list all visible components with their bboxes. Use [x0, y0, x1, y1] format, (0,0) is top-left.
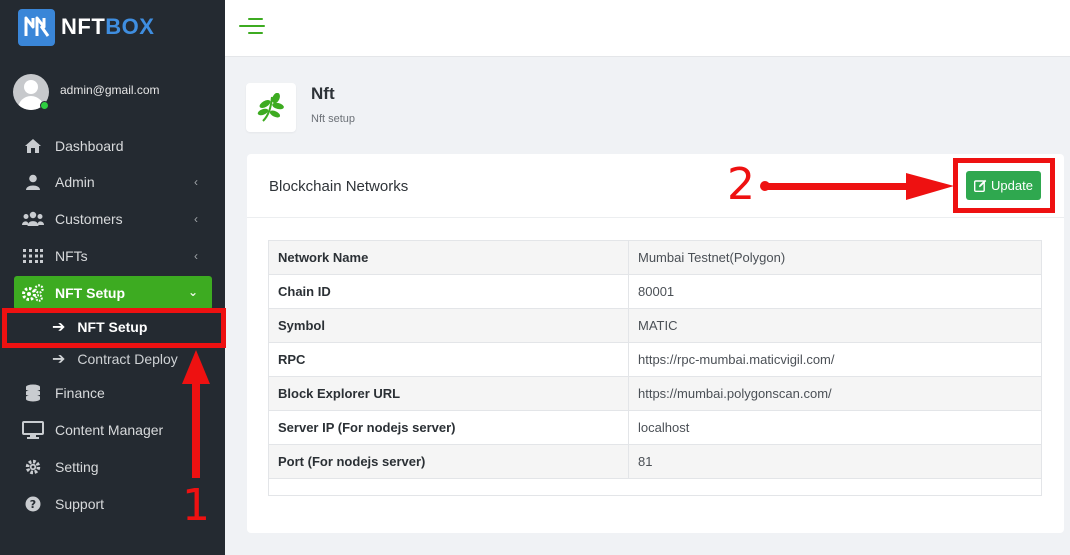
- sidebar-item-admin[interactable]: Admin ‹: [14, 165, 212, 199]
- table-footer: [268, 479, 1042, 496]
- grid-dots-icon: [22, 246, 44, 266]
- row-key: Symbol: [268, 308, 629, 343]
- row-value: MATIC: [628, 308, 1042, 343]
- table-row: Chain ID 80001: [268, 274, 1042, 309]
- page-icon: [246, 83, 296, 132]
- sidebar-item-label: NFTs: [55, 248, 88, 264]
- sidebar-item-nfts[interactable]: NFTs ‹: [14, 239, 212, 273]
- brand-name: NFTBOX: [61, 14, 155, 39]
- sidebar-item-customers[interactable]: Customers ‹: [14, 202, 212, 236]
- sidebar-item-label: Customers: [55, 211, 123, 227]
- sidebar-item-label: Content Manager: [55, 422, 164, 438]
- coins-icon: [22, 383, 44, 403]
- table-row: Block Explorer URL https://mumbai.polygo…: [268, 376, 1042, 411]
- sidebar-item-label: Finance: [55, 385, 105, 401]
- user-email: admin@gmail.com: [60, 83, 160, 97]
- submenu-item-contract-deploy[interactable]: ➔ Contract Deploy: [52, 348, 178, 370]
- question-icon: ?: [22, 494, 44, 514]
- row-value: https://rpc-mumbai.maticvigil.com/: [628, 342, 1042, 377]
- menu-toggle-icon[interactable]: [239, 18, 267, 38]
- table-row: Server IP (For nodejs server) localhost: [268, 410, 1042, 445]
- annotation-box-update: [953, 158, 1055, 213]
- page-title: Nft: [311, 84, 335, 103]
- chevron-left-icon: ‹: [194, 249, 198, 263]
- sidebar-item-label: Admin: [55, 174, 95, 190]
- row-key: Block Explorer URL: [268, 376, 629, 411]
- chevron-down-icon: ⌄: [187, 285, 198, 299]
- user-icon: [22, 172, 44, 192]
- row-value: 80001: [628, 274, 1042, 309]
- user-profile[interactable]: admin@gmail.com: [13, 74, 160, 110]
- gears-icon: [22, 283, 44, 303]
- leaf-icon: [257, 92, 284, 122]
- annotation-step-2: 2: [727, 159, 755, 210]
- row-key: Network Name: [268, 240, 629, 275]
- gear-icon: [22, 457, 44, 477]
- sidebar-item-label: Setting: [55, 459, 99, 475]
- brand-logo[interactable]: NFTBOX: [18, 8, 154, 46]
- submenu-item-label: Contract Deploy: [77, 351, 178, 367]
- monitor-icon: [22, 420, 44, 440]
- sidebar-item-label: Dashboard: [55, 138, 124, 154]
- row-key: RPC: [268, 342, 629, 377]
- row-key: Port (For nodejs server): [268, 444, 629, 479]
- annotation-arrow-up: [182, 350, 210, 478]
- sidebar-item-nft-setup[interactable]: NFT Setup ⌄: [14, 276, 212, 310]
- row-value: 81: [628, 444, 1042, 479]
- arrow-right-icon: ➔: [52, 351, 66, 368]
- table-row: Port (For nodejs server) 81: [268, 444, 1042, 479]
- home-icon: [22, 136, 44, 156]
- table-row: Network Name Mumbai Testnet(Polygon): [268, 240, 1042, 275]
- page-subtitle: Nft setup: [311, 113, 356, 125]
- annotation-step-1: 1: [182, 480, 210, 531]
- network-details-table: Network Name Mumbai Testnet(Polygon) Cha…: [268, 240, 1042, 479]
- chevron-left-icon: ‹: [194, 175, 198, 189]
- row-key: Chain ID: [268, 274, 629, 309]
- users-icon: [22, 209, 44, 229]
- topbar: [225, 0, 1070, 57]
- row-key: Server IP (For nodejs server): [268, 410, 629, 445]
- sidebar-item-dashboard[interactable]: Dashboard: [14, 129, 212, 163]
- table-row: Symbol MATIC: [268, 308, 1042, 343]
- row-value: Mumbai Testnet(Polygon): [628, 240, 1042, 275]
- sidebar-item-label: NFT Setup: [55, 285, 125, 301]
- chevron-left-icon: ‹: [194, 212, 198, 226]
- svg-text:?: ?: [30, 498, 36, 511]
- annotation-arrow-right: [760, 173, 954, 200]
- row-value: https://mumbai.polygonscan.com/: [628, 376, 1042, 411]
- row-value: localhost: [628, 410, 1042, 445]
- card-title: Blockchain Networks: [269, 178, 409, 195]
- nftbox-logo-icon: [18, 8, 55, 46]
- table-row: RPC https://rpc-mumbai.maticvigil.com/: [268, 342, 1042, 377]
- sidebar-item-label: Support: [55, 496, 105, 512]
- online-status-dot: [40, 101, 49, 110]
- annotation-box-nft-setup: [2, 308, 226, 348]
